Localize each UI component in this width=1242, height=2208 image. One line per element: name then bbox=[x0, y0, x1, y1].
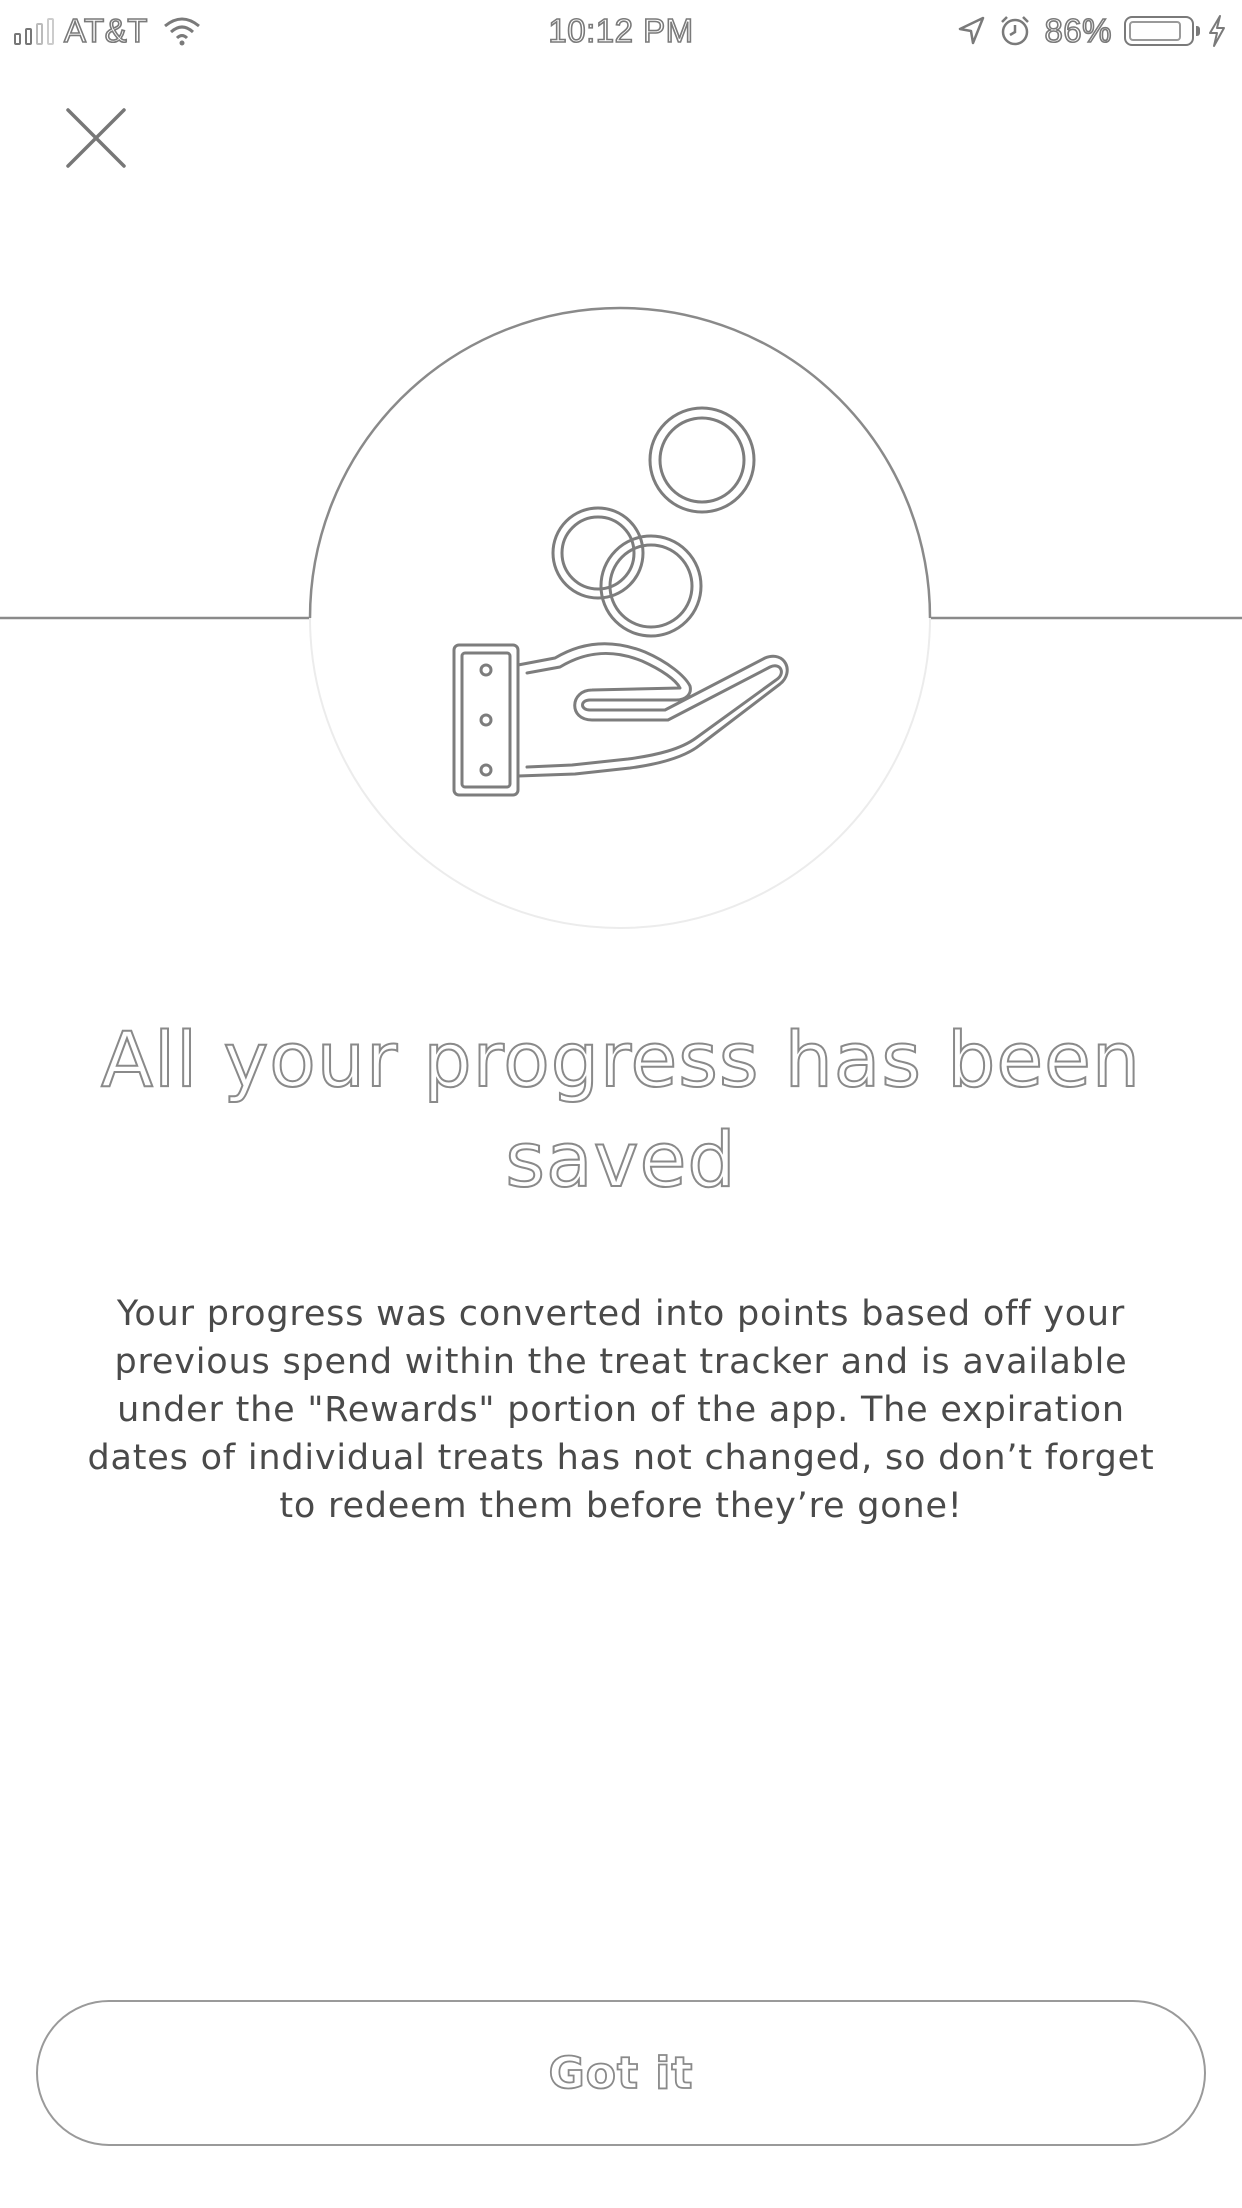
hand-receiving-coins-icon bbox=[452, 406, 789, 797]
status-bar: AT&T 10:12 PM 86% bbox=[0, 0, 1242, 62]
location-arrow-icon bbox=[959, 16, 985, 45]
got-it-button[interactable]: Got it bbox=[36, 2000, 1206, 2146]
hero-illustration bbox=[0, 306, 1242, 929]
alarm-clock-icon bbox=[1001, 16, 1030, 46]
status-right: 86% bbox=[956, 10, 1228, 52]
battery-percent: 86% bbox=[1044, 11, 1113, 50]
charging-bolt-icon bbox=[1209, 15, 1225, 47]
description-text: Your progress was converted into points … bbox=[87, 1294, 1155, 1526]
page-title: All your progress has been saved bbox=[100, 1014, 1142, 1205]
battery-icon bbox=[1124, 16, 1200, 46]
close-icon bbox=[66, 108, 126, 168]
got-it-label: Got it bbox=[548, 2047, 694, 2100]
close-button[interactable] bbox=[58, 100, 134, 176]
